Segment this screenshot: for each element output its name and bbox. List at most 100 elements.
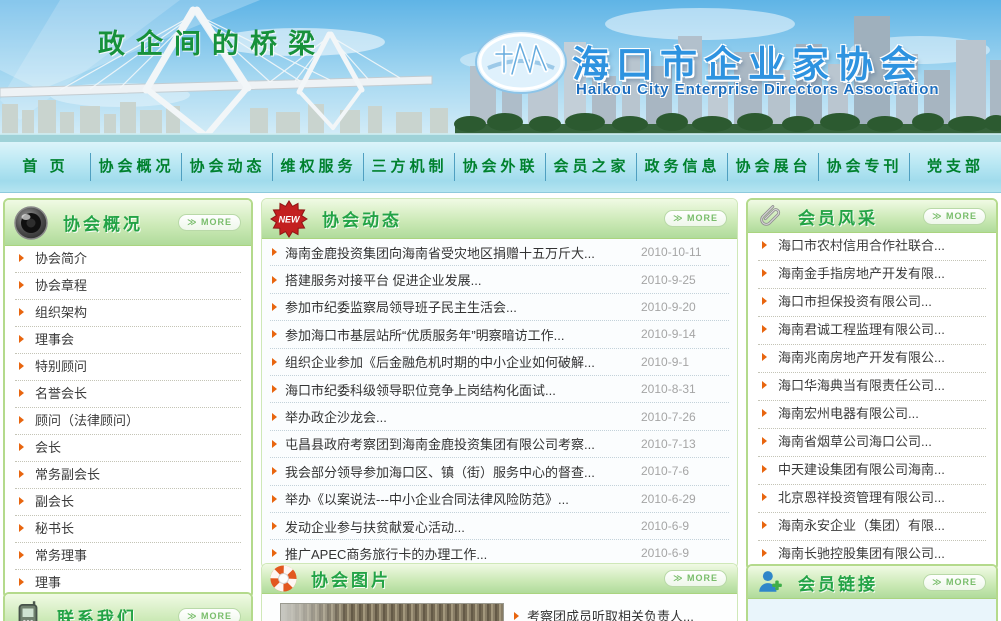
news-item-date: 2010-6-29 (641, 492, 729, 506)
svg-text:NEW: NEW (279, 214, 302, 224)
content: 协会概况 ≫ MORE 协会简介 协会章程 (0, 198, 1001, 621)
member-item-label: 海南金手指房地产开发有限... (778, 266, 945, 281)
member-item[interactable]: 海南永安企业（集团）有限... (758, 513, 986, 541)
news-item[interactable]: 参加海口市基层站所“优质服务年”明察暗访工作... 2010-9-14 (270, 321, 729, 348)
news-item[interactable]: 我会部分领导参加海口区、镇（街）服务中心的督查... 2010-7-6 (270, 458, 729, 485)
nav-item[interactable]: 三方机制 (364, 142, 455, 192)
news-item[interactable]: 举办政企沙龙会... 2010-7-26 (270, 403, 729, 430)
photo-caption-item[interactable]: 考察团成员听取相关负责人... (514, 606, 694, 621)
news-item[interactable]: 发动企业参与扶贫献爱心活动... 2010-6-9 (270, 513, 729, 540)
news-item[interactable]: 参加市纪委监察局领导班子民主生活会... 2010-9-20 (270, 294, 729, 321)
nav-item[interactable]: 协会展台 (728, 142, 819, 192)
bullet-icon (762, 325, 767, 333)
lens-icon (13, 205, 49, 241)
news-list: 海南金鹿投资集团向海南省受灾地区捐赠十五万斤大... 2010-10-11 搭建… (262, 239, 737, 568)
more-button[interactable]: ≫ MORE (923, 208, 986, 225)
sidebar-item[interactable]: 组织架构 (15, 300, 241, 327)
news-item-title: 推广APEC商务旅行卡的办理工作... (285, 544, 641, 563)
nav-item[interactable]: 协会概况 (91, 142, 182, 192)
news-item[interactable]: 搭建服务对接平台 促进企业发展... 2010-9-25 (270, 266, 729, 293)
sidebar-item-label: 组织架构 (35, 305, 87, 320)
more-button[interactable]: ≫ MORE (178, 214, 241, 231)
nav-item[interactable]: 会员之家 (546, 142, 637, 192)
sidebar-item[interactable]: 顾问（法律顾问） (15, 408, 241, 435)
sidebar-item[interactable]: 常务副会长 (15, 462, 241, 489)
sidebar-item[interactable]: 协会简介 (15, 246, 241, 273)
nav-item[interactable]: 协会外联 (455, 142, 546, 192)
panel-title: 协会动态 (322, 206, 664, 231)
sidebar-item[interactable]: 理事会 (15, 327, 241, 354)
nav-item[interactable]: 协会专刊 (819, 142, 910, 192)
sidebar-item[interactable]: 常务理事 (15, 543, 241, 570)
sidebar-item[interactable]: 会长 (15, 435, 241, 462)
sidebar-item[interactable]: 特别顾问 (15, 354, 241, 381)
member-item[interactable]: 海口市担保投资有限公司... (758, 289, 986, 317)
bullet-icon (272, 330, 277, 338)
nav-item[interactable]: 首 页 (0, 142, 91, 192)
member-item[interactable]: 北京恩祥投资管理有限公司... (758, 485, 986, 513)
news-item-date: 2010-7-13 (641, 437, 729, 451)
panel-contact-us: 联系我们 ≫ MORE (3, 592, 253, 621)
member-item[interactable]: 中天建设集团有限公司海南... (758, 457, 986, 485)
news-item[interactable]: 海南金鹿投资集团向海南省受灾地区捐赠十五万斤大... 2010-10-11 (270, 239, 729, 266)
bullet-icon (762, 521, 767, 529)
bullet-icon (272, 495, 277, 503)
member-item-label: 海南长驰控股集团有限公司... (778, 546, 945, 561)
member-item[interactable]: 海南宏州电器有限公司... (758, 401, 986, 429)
sidebar-item-label: 理事 (35, 575, 61, 590)
member-item-label: 海南兆南房地产开发有限公... (778, 350, 945, 365)
nav-item[interactable]: 政务信息 (637, 142, 728, 192)
more-button[interactable]: ≫ MORE (664, 570, 727, 587)
nav-item[interactable]: 维权服务 (273, 142, 364, 192)
sidebar-item[interactable]: 秘书长 (15, 516, 241, 543)
news-item-title: 参加海口市基层站所“优质服务年”明察暗访工作... (285, 325, 641, 344)
member-item[interactable]: 海口华海典当有限责任公司... (758, 373, 986, 401)
panel-title: 会员链接 (798, 570, 923, 595)
main-nav: 首 页 协会概况 协会动态 维权服务 三方机制 协会外联 会员之家 (0, 142, 1001, 193)
more-button[interactable]: ≫ MORE (178, 608, 241, 621)
more-button[interactable]: ≫ MORE (923, 574, 986, 591)
sidebar-item[interactable]: 协会章程 (15, 273, 241, 300)
news-item[interactable]: 组织企业参加《后金融危机时期的中小企业如何破解... 2010-9-1 (270, 349, 729, 376)
association-photo[interactable] (280, 603, 504, 621)
news-item[interactable]: 海口市纪委科级领导职位竞争上岗结构化面试... 2010-8-31 (270, 376, 729, 403)
member-item[interactable]: 海南兆南房地产开发有限公... (758, 345, 986, 373)
news-item[interactable]: 屯昌县政府考察团到海南金鹿投资集团有限公司考察... 2010-7-13 (270, 431, 729, 458)
news-item-date: 2010-7-6 (641, 464, 729, 478)
member-item-label: 海口市担保投资有限公司... (778, 294, 932, 309)
member-item-label: 海口市农村信用合作社联合... (778, 238, 945, 253)
news-item-title: 组织企业参加《后金融危机时期的中小企业如何破解... (285, 352, 641, 371)
sidebar-item[interactable]: 名誉会长 (15, 381, 241, 408)
member-item[interactable]: 海南君诚工程监理有限公司... (758, 317, 986, 345)
news-item-title: 海南金鹿投资集团向海南省受灾地区捐赠十五万斤大... (285, 243, 641, 262)
panel-association-photos: 协会图片 ≫ MORE 考察团成员听取相关负责人... (261, 563, 738, 621)
more-button[interactable]: ≫ MORE (664, 210, 727, 227)
news-item-title: 搭建服务对接平台 促进企业发展... (285, 270, 641, 289)
nav-item[interactable]: 协会动态 (182, 142, 273, 192)
member-item[interactable]: 海南省烟草公司海口公司... (758, 429, 986, 457)
bullet-icon (762, 465, 767, 473)
panel-member-showcase: 会员风采 ≫ MORE 海口市农村信用合作社联合... 海南金手指房地产开发有限… (746, 198, 998, 571)
panel-title: 协会图片 (311, 566, 664, 591)
sidebar-item-label: 秘书长 (35, 521, 74, 536)
photos-panel-header: 协会图片 ≫ MORE (262, 564, 737, 594)
nav-item-label: 维权服务 (280, 158, 356, 175)
overview-panel-header: 协会概况 ≫ MORE (5, 200, 251, 246)
bullet-icon (272, 440, 277, 448)
page: 政企间的桥梁 海口市企业家协会 Haikou City Enterprise D… (0, 0, 1001, 621)
news-item-title: 发动企业参与扶贫献爱心活动... (285, 517, 641, 536)
news-item-title: 屯昌县政府考察团到海南金鹿投资集团有限公司考察... (285, 434, 641, 453)
photos-body: 考察团成员听取相关负责人... (262, 594, 737, 621)
member-item-label: 北京恩祥投资管理有限公司... (778, 490, 945, 505)
member-item[interactable]: 海口市农村信用合作社联合... (758, 233, 986, 261)
contact-panel-header: 联系我们 ≫ MORE (5, 594, 251, 621)
nav-item[interactable]: 党支部 (910, 142, 1001, 192)
panel-association-news: NEW 协会动态 ≫ MORE 海南金鹿投资集团向海南省受灾地区捐赠十五万斤大.… (261, 198, 738, 569)
member-item[interactable]: 海南金手指房地产开发有限... (758, 261, 986, 289)
sidebar-item[interactable]: 副会长 (15, 489, 241, 516)
nav-item-label: 协会展台 (735, 158, 811, 175)
news-item[interactable]: 举办《以案说法---中小企业合同法律风险防范》... 2010-6-29 (270, 486, 729, 513)
member-item-label: 海口华海典当有限责任公司... (778, 378, 945, 393)
bullet-icon (762, 381, 767, 389)
nav-item-label: 协会动态 (189, 158, 265, 175)
